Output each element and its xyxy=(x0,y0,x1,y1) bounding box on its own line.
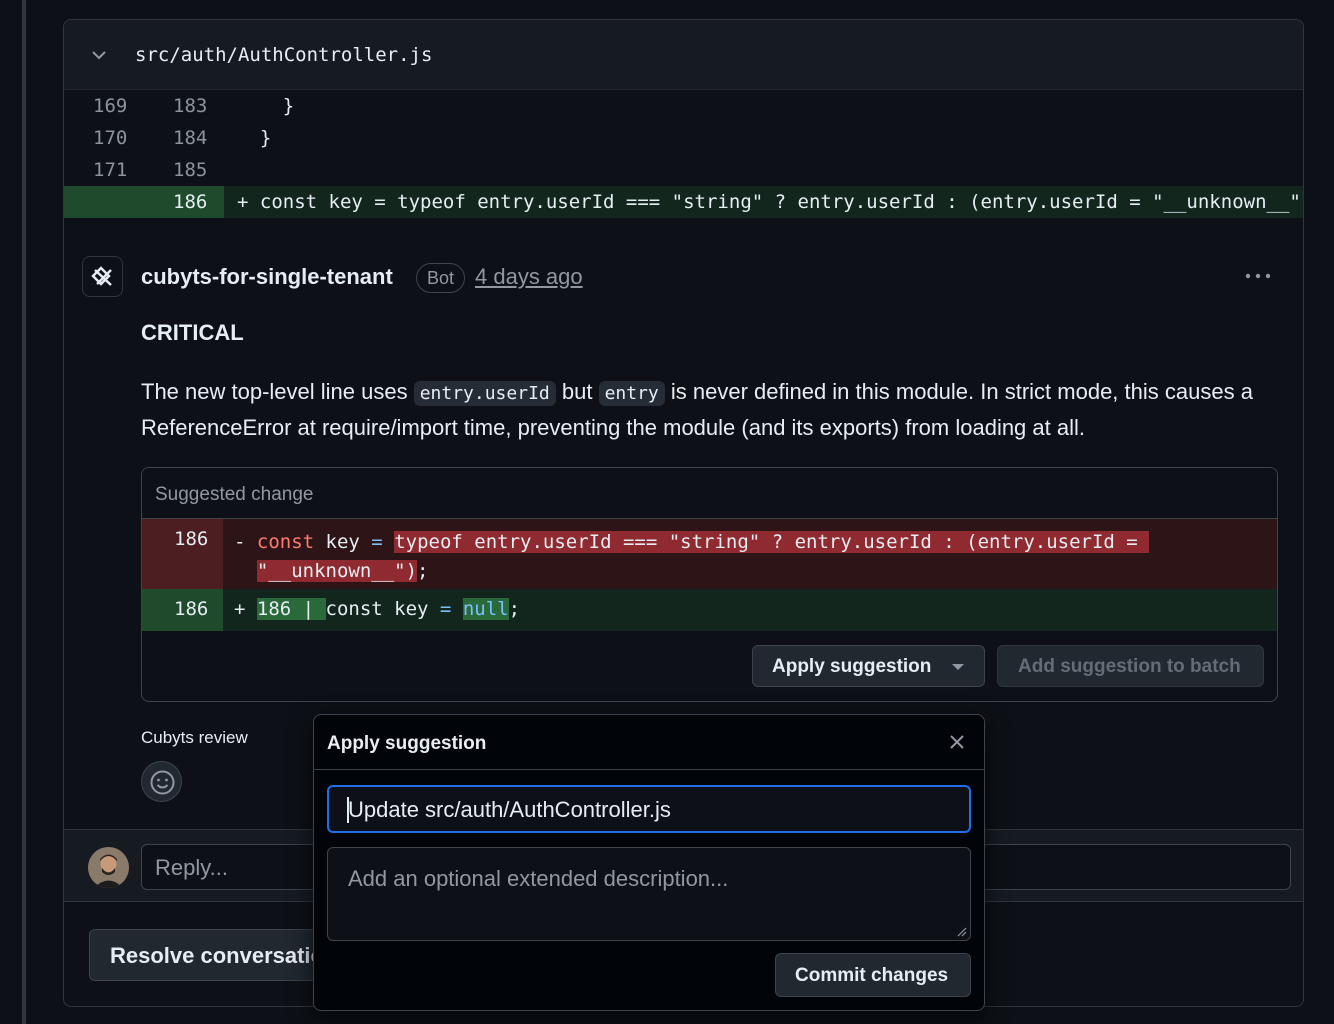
commit-changes-label: Commit changes xyxy=(795,965,949,986)
diff-row: 171 185 xyxy=(64,154,1303,186)
more-options-icon[interactable] xyxy=(1243,266,1273,286)
suggested-change-box: Suggested change 186 - const key = typeo… xyxy=(141,467,1278,702)
diff-prefix: + xyxy=(234,598,257,620)
chevron-down-icon[interactable] xyxy=(90,46,108,64)
apply-suggestion-popover: Apply suggestion Update src/auth/AuthCon… xyxy=(313,714,985,1011)
deleted-highlight: "__unknown__") xyxy=(256,560,418,582)
apply-suggestion-button[interactable]: Apply suggestion xyxy=(752,645,985,687)
operator: = xyxy=(439,598,452,620)
added-highlight: null xyxy=(462,598,509,620)
new-line-number[interactable]: 186 xyxy=(173,191,207,213)
new-line-number[interactable]: 183 xyxy=(173,95,207,117)
commit-changes-button[interactable]: Commit changes xyxy=(775,953,971,997)
resize-handle-icon[interactable] xyxy=(955,925,967,937)
suggested-change-title: Suggested change xyxy=(155,484,314,505)
deleted-highlight: typeof entry.userId === "string" ? entry… xyxy=(394,531,1150,553)
suggestion-added-row: 186 + 186 | const key = null; xyxy=(142,589,1277,631)
new-line-number[interactable]: 185 xyxy=(173,159,207,181)
bot-badge: Bot xyxy=(416,263,466,293)
file-header: src/auth/AuthController.js xyxy=(64,20,1303,90)
bot-avatar[interactable] xyxy=(82,256,123,297)
old-line-number[interactable]: 171 xyxy=(93,159,127,181)
add-reaction-button[interactable] xyxy=(141,761,182,802)
caret-down-icon xyxy=(952,664,964,670)
comment-author[interactable]: cubyts-for-single-tenant xyxy=(141,264,393,290)
added-code: + 186 | const key = null; xyxy=(234,595,520,624)
added-highlight: 186 | xyxy=(256,598,326,620)
keyword: const xyxy=(256,531,315,553)
diff-code: + const key = typeof entry.userId === "s… xyxy=(237,191,1301,213)
diff-code: } xyxy=(237,95,295,117)
review-label: Cubyts review xyxy=(141,728,248,747)
deleted-code: - const key = typeof entry.userId === "s… xyxy=(234,528,1150,586)
code-token: key xyxy=(314,531,372,553)
diff-row: 169 183 } xyxy=(64,90,1303,122)
user-avatar-icon xyxy=(88,847,129,888)
diff-prefix: - xyxy=(234,531,257,553)
add-to-batch-label: Add suggestion to batch xyxy=(1018,656,1241,677)
new-line-number[interactable]: 184 xyxy=(173,127,207,149)
file-path[interactable]: src/auth/AuthController.js xyxy=(135,44,432,66)
suggestion-deleted-row: 186 - const key = typeof entry.userId ==… xyxy=(142,519,1277,589)
timeline-line xyxy=(22,0,26,1024)
operator: = xyxy=(371,531,383,553)
diff-code: } xyxy=(237,127,272,149)
smiley-icon xyxy=(150,770,175,795)
close-icon[interactable] xyxy=(948,733,966,751)
diff-row-added: 186 + const key = typeof entry.userId ==… xyxy=(64,186,1303,218)
code-token: ; xyxy=(417,560,429,582)
add-to-batch-button[interactable]: Add suggestion to batch xyxy=(997,645,1264,687)
popover-header: Apply suggestion xyxy=(314,715,984,770)
popover-title: Apply suggestion xyxy=(327,733,487,754)
old-line-number[interactable]: 170 xyxy=(93,127,127,149)
line-number: 186 xyxy=(174,598,209,620)
description-placeholder: Add an optional extended description... xyxy=(348,866,729,891)
code-token: const key xyxy=(325,598,440,620)
commit-message-value: Update src/auth/AuthController.js xyxy=(348,797,671,822)
extended-description-textarea[interactable]: Add an optional extended description... xyxy=(327,847,971,941)
comment-timestamp[interactable]: 4 days ago xyxy=(475,264,583,290)
commit-message-input[interactable]: Update src/auth/AuthController.js xyxy=(327,785,971,833)
line-number: 186 xyxy=(174,528,209,550)
comment-body: The new top-level line uses entry.userId… xyxy=(141,375,1271,445)
cubyts-logo-icon xyxy=(91,266,112,286)
code-token: ; xyxy=(508,598,521,620)
reply-placeholder: Reply... xyxy=(155,855,228,880)
comment-text: but xyxy=(555,379,599,404)
user-avatar[interactable] xyxy=(88,847,129,888)
inline-code: entry.userId xyxy=(413,381,556,406)
severity-label: CRITICAL xyxy=(141,320,244,345)
suggested-change-header: Suggested change xyxy=(142,468,1277,519)
apply-suggestion-label: Apply suggestion xyxy=(772,656,932,677)
inline-code: entry xyxy=(598,381,665,406)
resolve-label: Resolve conversation xyxy=(110,943,338,968)
comment-text: The new top-level line uses xyxy=(141,379,414,404)
diff-row: 170 184 } xyxy=(64,122,1303,154)
old-line-number[interactable]: 169 xyxy=(93,95,127,117)
